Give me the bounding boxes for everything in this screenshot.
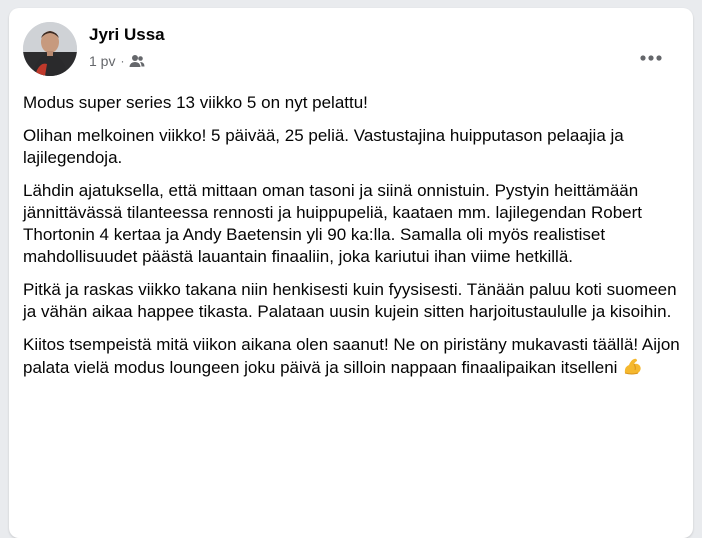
meta-separator: · — [120, 54, 125, 68]
more-options-button[interactable] — [633, 40, 669, 76]
post-paragraph: Olihan melkoinen viikko! 5 päivää, 25 pe… — [23, 126, 624, 167]
flexed-biceps-icon — [622, 356, 644, 376]
post-paragraph: Pitkä ja raskas viikko takana niin henki… — [23, 280, 677, 321]
friends-icon[interactable] — [129, 54, 145, 68]
post-meta: 1 pv · — [89, 53, 145, 69]
author-avatar[interactable] — [23, 22, 77, 76]
post-header: Jyri Ussa 1 pv · — [23, 22, 679, 78]
post-body: Modus super series 13 viikko 5 on nyt pe… — [23, 92, 683, 390]
post-paragraph: Lähdin ajatuksella, että mittaan oman ta… — [23, 181, 642, 266]
post-paragraph: Modus super series 13 viikko 5 on nyt pe… — [23, 93, 368, 112]
more-horizontal-icon — [640, 55, 662, 61]
post-paragraph-last: Kiitos tsempeistä mitä viikon aikana ole… — [23, 334, 683, 379]
post-time[interactable]: 1 pv — [89, 53, 115, 69]
avatar-photo-icon — [23, 22, 77, 76]
author-name[interactable]: Jyri Ussa — [89, 25, 165, 45]
post-card: Jyri Ussa 1 pv · Modus super series 13 v… — [9, 8, 693, 538]
post-paragraph-text: Kiitos tsempeistä mitä viikon aikana ole… — [23, 335, 680, 377]
